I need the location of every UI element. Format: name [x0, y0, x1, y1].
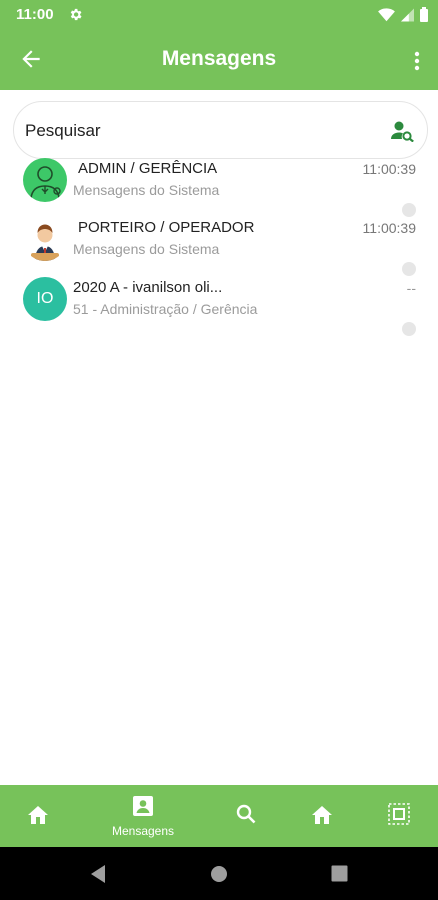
conversation-subtitle: Mensagens do Sistema — [73, 241, 220, 257]
conversation-subtitle: Mensagens do Sistema — [73, 182, 220, 198]
gear-icon — [68, 7, 83, 27]
home-circle-icon[interactable] — [210, 865, 228, 888]
app-bar: Mensagens — [0, 30, 438, 90]
nav-messages-label: Mensagens — [111, 823, 175, 838]
system-nav-bar — [0, 847, 438, 900]
list-item[interactable]: IO 2020 A - ivanilson oli... 51 - Admini… — [0, 277, 438, 336]
battery-icon — [420, 7, 428, 27]
nav-scan[interactable] — [379, 785, 419, 847]
search-icon — [235, 803, 257, 830]
scan-icon — [388, 802, 410, 830]
recents-square-icon[interactable] — [331, 865, 348, 887]
conversation-name: ADMIN / GERÊNCIA — [78, 160, 218, 177]
unread-dot — [402, 262, 416, 276]
avatar — [23, 217, 67, 261]
wifi-icon — [378, 7, 395, 27]
unread-dot — [402, 322, 416, 336]
nav-search[interactable] — [226, 785, 266, 847]
conversation-subtitle: 51 - Administração / Gerência — [73, 301, 258, 317]
signal-icon — [401, 8, 414, 27]
page-title: Mensagens — [161, 47, 277, 70]
conversation-time: 11:00:39 — [362, 220, 416, 236]
list-item[interactable]: PORTEIRO / OPERADOR Mensagens do Sistema… — [0, 217, 438, 276]
search-user-icon[interactable] — [391, 120, 415, 147]
nav-messages[interactable]: Mensagens — [103, 785, 183, 847]
avatar — [23, 158, 67, 202]
list-item[interactable]: ADMIN / GERÊNCIA Mensagens do Sistema 11… — [0, 158, 438, 217]
avatar-initials: IO — [36, 290, 54, 307]
unread-dot — [402, 203, 416, 217]
avatar: IO — [23, 277, 67, 321]
conversation-name: 2020 A - ivanilson oli... — [73, 279, 223, 296]
conversation-name: PORTEIRO / OPERADOR — [78, 219, 255, 236]
conversation-time: -- — [406, 280, 416, 296]
back-triangle-icon[interactable] — [89, 864, 107, 889]
status-bar: 11:00 — [0, 0, 438, 30]
home-icon — [26, 803, 50, 830]
contact-icon — [132, 795, 154, 822]
search-input[interactable]: Pesquisar — [13, 101, 428, 159]
more-vert-icon[interactable] — [410, 48, 424, 74]
nav-home-2[interactable] — [302, 785, 342, 847]
bottom-nav: Mensagens — [0, 785, 438, 847]
search-placeholder: Pesquisar — [25, 121, 101, 140]
conversation-time: 11:00:39 — [362, 161, 416, 177]
nav-home[interactable] — [18, 785, 58, 847]
home-icon — [310, 803, 334, 830]
status-time: 11:00 — [16, 6, 54, 23]
